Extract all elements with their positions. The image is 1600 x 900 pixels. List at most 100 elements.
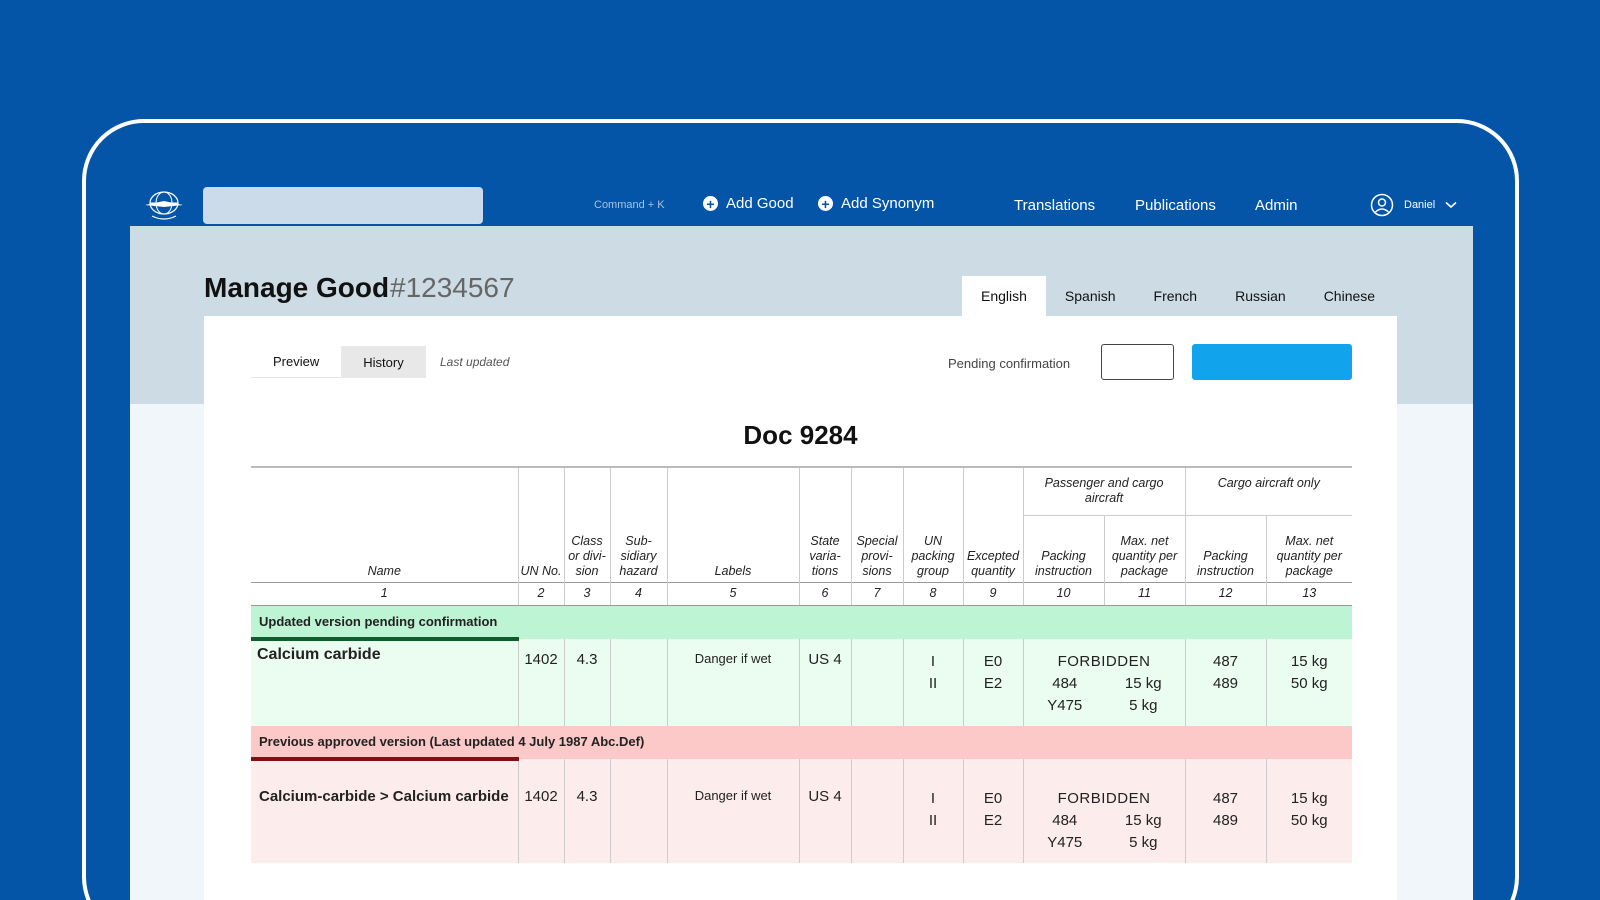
pending-cargo-max: 15 kg 50 kg bbox=[1265, 638, 1353, 726]
pax-max-value: 5 kg bbox=[1129, 696, 1158, 714]
header-cargo-packing-instruction: Packing instruction bbox=[1184, 515, 1267, 582]
tab-history[interactable]: History bbox=[341, 346, 426, 378]
previous-cargo-max: 15 kg 50 kg bbox=[1265, 758, 1353, 863]
cargo-max-value: 50 kg bbox=[1290, 674, 1328, 692]
header-name: Name bbox=[251, 466, 518, 582]
table-row: Calcium-carbide > Calcium carbide 1402 4… bbox=[251, 756, 1353, 863]
forbidden-label: FORBIDDEN bbox=[1057, 789, 1151, 807]
header-passenger-cargo-group: Passenger and cargo aircraft bbox=[1022, 466, 1186, 516]
plus-icon: + bbox=[818, 196, 833, 211]
forbidden-label: FORBIDDEN bbox=[1057, 652, 1151, 670]
tab-spanish[interactable]: Spanish bbox=[1046, 276, 1135, 316]
header-cargo-only-group: Cargo aircraft only bbox=[1184, 466, 1353, 516]
search-shortcut-hint: Command + K bbox=[594, 199, 665, 211]
previous-class: 4.3 bbox=[563, 758, 610, 863]
column-number: 6 bbox=[798, 581, 851, 606]
previous-labels: Danger if wet bbox=[666, 758, 799, 863]
cargo-packing-value: 487 bbox=[1213, 652, 1239, 670]
pax-packing-value: Y475 bbox=[1047, 696, 1083, 714]
language-tabs: English Spanish French Russian Chinese bbox=[962, 276, 1394, 316]
column-number: 3 bbox=[563, 581, 610, 606]
chevron-down-icon bbox=[1445, 201, 1457, 209]
pending-packing-group: I II bbox=[902, 638, 963, 726]
add-good-label: Add Good bbox=[726, 195, 794, 212]
excepted-value: E0 bbox=[983, 652, 1003, 670]
previous-version-label: Previous approved version (Last updated … bbox=[251, 725, 1353, 759]
column-number: 9 bbox=[962, 581, 1023, 606]
packing-group-value: II bbox=[928, 811, 938, 829]
column-number: 10 bbox=[1022, 581, 1104, 606]
excepted-value: E0 bbox=[983, 789, 1003, 807]
header-pax-packing-instruction: Packing instruction bbox=[1022, 515, 1104, 582]
header-state-variations: State varia- tions bbox=[798, 466, 851, 582]
pax-max-value: 15 kg bbox=[1124, 674, 1162, 692]
pending-class: 4.3 bbox=[563, 638, 610, 726]
packing-group-value: I bbox=[930, 652, 936, 670]
tab-russian[interactable]: Russian bbox=[1216, 276, 1305, 316]
nav-publications[interactable]: Publications bbox=[1135, 197, 1216, 214]
previous-passenger-cargo: FORBIDDEN 484 Y475 15 kg 5 kg bbox=[1022, 758, 1186, 863]
pax-packing-value: 484 bbox=[1052, 674, 1078, 692]
good-card: Preview History Last updated Pending con… bbox=[204, 316, 1397, 900]
header-excepted-quantity: Excepted quantity bbox=[962, 466, 1023, 582]
cargo-packing-value: 489 bbox=[1213, 811, 1239, 829]
dangerous-goods-table: Name UN No. Class or divi- sion Sub- sid… bbox=[251, 466, 1353, 863]
pax-packing-values: 484 Y475 bbox=[1026, 673, 1105, 717]
nav-admin[interactable]: Admin bbox=[1255, 197, 1298, 214]
header-labels: Labels bbox=[666, 466, 799, 582]
pending-confirmation-field[interactable] bbox=[1101, 344, 1174, 380]
tab-english[interactable]: English bbox=[962, 276, 1046, 316]
header-un-no: UN No. bbox=[517, 466, 564, 582]
search-input[interactable] bbox=[203, 187, 483, 224]
last-updated-label: Last updated bbox=[440, 355, 510, 369]
add-good-button[interactable]: + Add Good bbox=[703, 195, 794, 212]
column-number: 5 bbox=[666, 581, 799, 606]
cargo-packing-value: 489 bbox=[1213, 674, 1239, 692]
column-number: 4 bbox=[609, 581, 667, 606]
add-synonym-button[interactable]: + Add Synonym bbox=[818, 195, 934, 212]
column-number: 1 bbox=[251, 581, 518, 606]
nav-translations[interactable]: Translations bbox=[1014, 197, 1095, 214]
pending-special-provisions bbox=[850, 638, 903, 726]
pax-max-values: 15 kg 5 kg bbox=[1104, 673, 1183, 717]
confirm-button[interactable] bbox=[1192, 344, 1352, 380]
excepted-value: E2 bbox=[983, 811, 1003, 829]
tab-preview[interactable]: Preview bbox=[251, 346, 342, 378]
previous-state-variations: US 4 bbox=[798, 758, 851, 863]
header-special-provisions: Special provi- sions bbox=[850, 466, 903, 582]
pending-confirmation-label: Pending confirmation bbox=[948, 356, 1071, 371]
pending-version-banner: Updated version pending confirmation bbox=[251, 605, 1353, 639]
previous-excepted: E0 E2 bbox=[962, 758, 1023, 863]
previous-subsidiary bbox=[609, 758, 667, 863]
pending-cargo-packing: 487 489 bbox=[1184, 638, 1267, 726]
organization-logo-icon[interactable] bbox=[143, 187, 185, 223]
pending-version-label: Updated version pending confirmation bbox=[251, 605, 1353, 639]
previous-passenger-values: 484 Y475 15 kg 5 kg bbox=[1026, 810, 1183, 854]
user-name: Daniel bbox=[1404, 199, 1436, 211]
cargo-max-value: 15 kg bbox=[1290, 652, 1328, 670]
column-number: 8 bbox=[902, 581, 963, 606]
pending-subsidiary bbox=[609, 638, 667, 726]
pax-packing-value: 484 bbox=[1052, 811, 1078, 829]
user-menu[interactable]: Daniel bbox=[1370, 193, 1457, 217]
add-synonym-label: Add Synonym bbox=[841, 195, 935, 212]
previous-special-provisions bbox=[850, 758, 903, 863]
column-number: 11 bbox=[1103, 581, 1186, 606]
table-row: Calcium carbide 1402 4.3 Danger if wet U… bbox=[251, 636, 1353, 726]
plus-icon: + bbox=[703, 196, 718, 211]
good-id: #1234567 bbox=[390, 272, 515, 303]
header-class: Class or divi- sion bbox=[563, 466, 610, 582]
header-subsidiary-hazard: Sub- sidiary hazard bbox=[609, 466, 667, 582]
doc-title: Doc 9284 bbox=[743, 420, 858, 450]
pending-name: Calcium carbide bbox=[251, 636, 518, 726]
previous-packing-group: I II bbox=[902, 758, 963, 863]
pending-labels: Danger if wet bbox=[666, 638, 799, 726]
tab-french[interactable]: French bbox=[1135, 276, 1217, 316]
view-tabs: Preview History bbox=[251, 346, 426, 378]
column-number: 12 bbox=[1184, 581, 1267, 606]
header-pax-max-net: Max. net quantity per package bbox=[1103, 515, 1186, 582]
pax-max-value: 15 kg bbox=[1124, 811, 1162, 829]
tab-chinese[interactable]: Chinese bbox=[1305, 276, 1394, 316]
previous-un-no: 1402 bbox=[517, 758, 564, 863]
previous-cargo-packing: 487 489 bbox=[1184, 758, 1267, 863]
